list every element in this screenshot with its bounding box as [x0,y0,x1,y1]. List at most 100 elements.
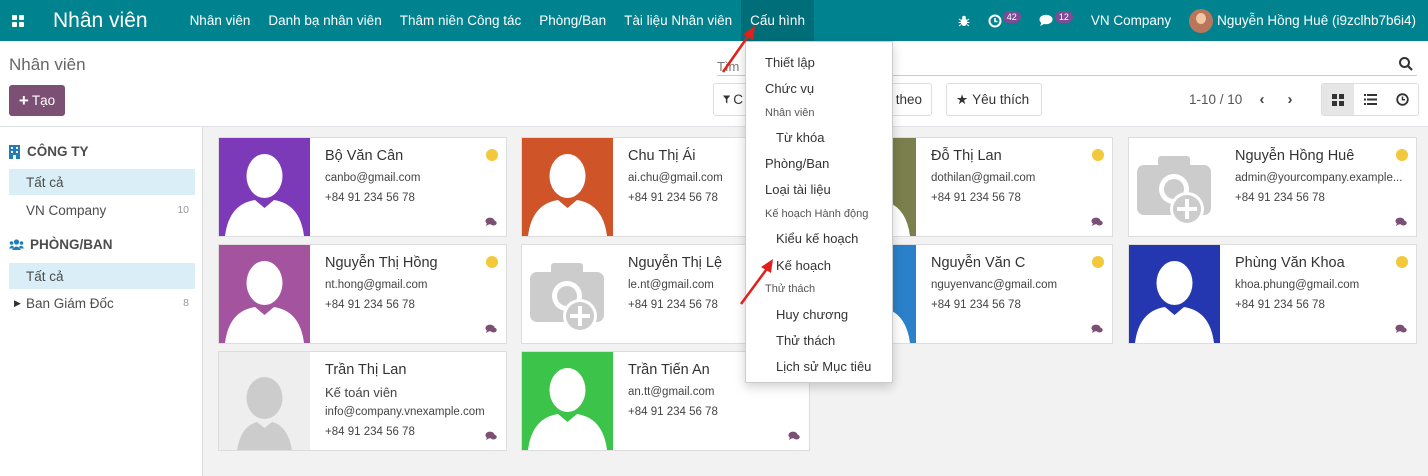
user-menu[interactable]: Nguyễn Hồng Huê (i9zclhb7b6i4) [1189,8,1416,33]
employee-photo [522,352,613,450]
comments-icon[interactable] [485,217,497,227]
dropdown-menu-item[interactable]: Huy chương [776,307,848,322]
employee-photo [1129,245,1220,343]
create-label: Tạo [31,93,56,108]
annotation-arrow [739,259,773,305]
menu-directory[interactable]: Danh bạ nhân viên [259,0,390,41]
dropdown-menu-item[interactable]: Kiểu kế hoạch [776,231,858,246]
avatar [1189,8,1214,33]
company-filter-label: Tất cả [26,174,64,190]
company-filter-count: 10 [177,204,189,216]
employee-phone: +84 91 234 56 78 [325,426,415,438]
dropdown-menu-item[interactable]: Từ khóa [776,130,824,145]
dropdown-section-header: Kế hoạch Hành động [765,208,869,220]
dropdown-menu-item[interactable]: Thử thách [776,333,835,348]
company-switcher[interactable]: VN Company [1091,13,1171,28]
create-button[interactable]: + Tạo [9,85,65,116]
employee-email: nt.hong@gmail.com [325,279,428,291]
presence-status-icon [1396,149,1408,161]
star-icon: ★ [956,91,969,107]
employee-card[interactable]: Nguyễn Thị Hồng nt.hong@gmail.com +84 91 2… [218,244,507,344]
dropdown-menu-item[interactable]: Lịch sử Mục tiêu [776,359,871,374]
dropdown-menu-item[interactable]: Thiết lập [765,55,815,70]
menu-departments[interactable]: Phòng/Ban [530,0,615,41]
employee-name: Nguyễn Văn C [931,255,1026,271]
employee-photo [522,245,613,343]
plus-icon: + [18,90,29,110]
employee-card[interactable]: Bộ Văn Cân canbo@gmail.com +84 91 234 56 7… [218,137,507,237]
employee-phone: +84 91 234 56 78 [628,192,718,204]
caret-right-icon[interactable]: ▶ [14,298,21,309]
employee-email: khoa.phung@gmail.com [1235,279,1360,291]
pager-next-icon[interactable]: › [1279,87,1301,111]
department-filter-board[interactable]: ▶ Ban Giám Đốc 8 [9,290,195,316]
company-filter-vn-company[interactable]: VN Company 10 [9,197,195,223]
comments-icon[interactable] [1395,217,1407,227]
employee-card[interactable]: Phùng Văn Khoa khoa.phung@gmail.com +84 91… [1128,244,1417,344]
employee-phone: +84 91 234 56 78 [1235,192,1325,204]
employee-photo [219,138,310,236]
presence-status-icon [486,149,498,161]
comments-icon[interactable] [1091,324,1103,334]
employee-phone: +84 91 234 56 78 [628,406,718,418]
employee-photo [219,245,310,343]
filter-icon [723,95,731,104]
apps-menu-icon[interactable] [3,0,33,41]
activity-view-icon[interactable] [1386,84,1418,115]
employee-email: canbo@gmail.com [325,172,421,184]
comments-icon[interactable] [1091,217,1103,227]
pager-previous-icon[interactable]: ‹ [1251,87,1273,111]
department-filter-all[interactable]: Tất cả [9,263,195,289]
activity-menu[interactable]: 42 [988,10,1021,28]
department-heading: PHÒNG/BAN [30,237,113,252]
users-icon [9,238,24,250]
employee-name: Trần Tiến An [628,362,710,378]
employee-card[interactable]: Nguyễn Hồng Huê admin@yourcompany.example… [1128,137,1417,237]
department-section-heading: PHÒNG/BAN [9,237,113,252]
top-navbar: Nhân viên Nhân viên Danh bạ nhân viên Th… [0,0,1428,41]
employee-name: Nguyễn Thị Lệ [628,255,723,271]
pager-value[interactable]: 1-10 / 10 [1189,92,1242,107]
view-switcher [1321,83,1419,116]
debug-icon[interactable] [958,15,970,27]
systray: 42 12 VN Company Nguyễn Hồng Huê (i9zclh… [940,0,1428,41]
employee-card[interactable]: Trần Thị Lan Kế toán viên info@company.vne… [218,351,507,451]
favorites-button[interactable]: ★ Yêu thích [946,83,1042,116]
employee-email: le.nt@gmail.com [628,279,714,291]
comments-icon[interactable] [485,324,497,334]
annotation-arrow [721,26,755,73]
dropdown-menu-item[interactable]: Chức vụ [765,81,814,96]
dropdown-menu-item[interactable]: Kế hoạch [776,258,831,273]
company-section-heading: CÔNG TY [9,144,89,159]
kanban-view-icon[interactable] [1322,84,1354,115]
list-view-icon[interactable] [1354,84,1386,115]
dropdown-menu-item[interactable]: Phòng/Ban [765,156,829,171]
comments-icon[interactable] [788,431,800,441]
employee-photo [219,352,310,450]
message-badge: 12 [1054,10,1073,23]
employee-name: Nguyễn Thị Hồng [325,255,438,271]
messaging-menu[interactable]: 12 [1039,10,1073,27]
breadcrumb: Nhân viên [9,55,86,74]
search-panel: CÔNG TY Tất cả VN Company 10 PHÒNG/BAN T… [0,127,203,476]
dropdown-menu-item[interactable]: Loại tài liệu [765,182,831,197]
department-filter-count: 8 [183,297,189,309]
employee-name: Chu Thị Ái [628,148,696,164]
building-icon [9,144,20,159]
comments-icon[interactable] [1395,324,1407,334]
app-title[interactable]: Nhân viên [53,9,148,33]
company-filter-all[interactable]: Tất cả [9,169,195,195]
employee-name: Nguyễn Hồng Huê [1235,148,1355,164]
employee-email: ai.chu@gmail.com [628,172,723,184]
employee-email: dothilan@gmail.com [931,172,1036,184]
comments-icon[interactable] [485,431,497,441]
employee-phone: +84 91 234 56 78 [931,192,1021,204]
menu-employees[interactable]: Nhân viên [181,0,260,41]
company-filter-label: VN Company [26,202,107,218]
company-heading: CÔNG TY [27,144,89,159]
presence-status-icon [1092,256,1104,268]
menu-seniority[interactable]: Thâm niên Công tác [391,0,531,41]
employee-phone: +84 91 234 56 78 [325,299,415,311]
group-by-label: theo [895,92,922,107]
search-icon[interactable] [1398,56,1414,72]
